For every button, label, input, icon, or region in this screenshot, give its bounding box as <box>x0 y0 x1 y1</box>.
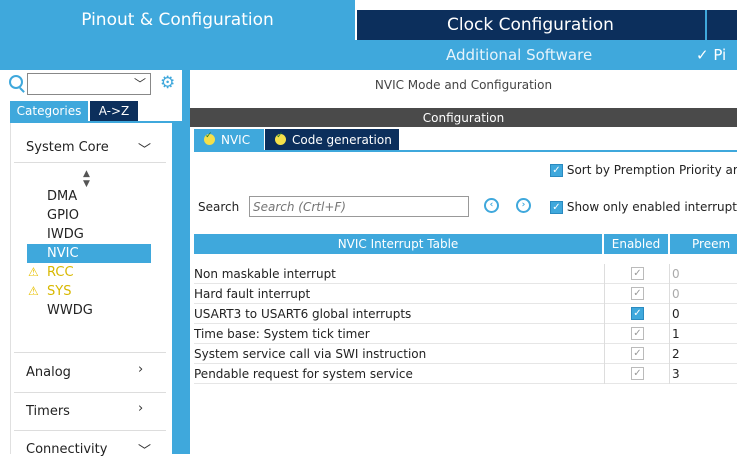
interrupt-name: Hard fault interrupt <box>194 287 311 301</box>
enabled-cell: ✓ <box>604 324 670 344</box>
preemption-priority[interactable]: 0 <box>672 287 680 301</box>
chevron-right-icon[interactable]: › <box>138 362 143 377</box>
show-enabled-label: Show only enabled interrupts <box>566 200 737 214</box>
table-row[interactable]: Hard fault interrupt ✓ 0 <box>194 284 737 304</box>
category-search-combo[interactable]: ﹀ <box>27 73 151 95</box>
preemption-priority[interactable]: 3 <box>672 367 680 381</box>
tab-nvic-label: NVIC <box>221 132 251 147</box>
enabled-cell: ✓ <box>604 344 670 364</box>
list-item-nvic[interactable]: NVIC <box>47 246 79 261</box>
enabled-cell: ✓ <box>604 364 670 384</box>
tab-pinout-configuration[interactable]: Pinout & Configuration <box>0 0 355 40</box>
divider <box>14 392 166 393</box>
tab-categories[interactable]: Categories <box>10 101 88 121</box>
enabled-checkbox: ✓ <box>631 367 644 380</box>
gear-icon[interactable]: ⚙ <box>160 73 175 93</box>
tab-a-to-z[interactable]: A->Z <box>90 101 138 121</box>
enabled-cell: ✓ <box>604 284 670 304</box>
check-icon <box>275 131 286 145</box>
category-analog[interactable]: Analog <box>26 365 71 380</box>
table-row[interactable]: Pendable request for system service ✓ 3 <box>194 364 737 384</box>
category-scrollbar[interactable] <box>172 123 182 454</box>
configuration-header: Configuration <box>190 108 737 127</box>
check-icon <box>204 131 215 145</box>
table-row[interactable]: Non maskable interrupt ✓ 0 <box>194 264 737 284</box>
selected-item-highlight <box>27 244 151 263</box>
list-item-sys[interactable]: SYS <box>47 284 71 299</box>
enabled-checkbox: ✓ <box>631 267 644 280</box>
tab-underline <box>194 150 737 152</box>
list-item-wwdg[interactable]: WWDG <box>47 303 93 318</box>
column-header-enabled[interactable]: Enabled <box>604 234 668 254</box>
top-gap <box>355 0 737 10</box>
column-header-interrupt[interactable]: NVIC Interrupt Table <box>194 234 602 254</box>
column-header-preemption[interactable]: Preem <box>670 234 737 254</box>
interrupt-name: System service call via SWI instruction <box>194 347 427 361</box>
preemption-priority[interactable]: 1 <box>672 327 680 341</box>
divider <box>14 162 166 163</box>
enabled-checkbox[interactable]: ✓ <box>631 307 644 320</box>
tab-clock-label: Clock Configuration <box>447 15 614 35</box>
chevron-down-icon[interactable]: ﹀ <box>134 75 146 92</box>
divider <box>14 430 166 431</box>
list-item-iwdg[interactable]: IWDG <box>47 227 84 242</box>
chevron-down-icon[interactable]: ﹀ <box>138 440 151 459</box>
sort-priority-label: Sort by Premption Priority ar <box>566 163 737 177</box>
sort-priority-checkbox[interactable]: ✓ <box>550 164 563 177</box>
chevron-right-icon[interactable]: › <box>138 401 143 416</box>
table-row[interactable]: Time base: System tick timer ✓ 1 <box>194 324 737 344</box>
search-input[interactable] <box>249 196 469 217</box>
category-timers[interactable]: Timers <box>26 404 70 419</box>
table-row[interactable]: System service call via SWI instruction ✓… <box>194 344 737 364</box>
enabled-checkbox: ✓ <box>631 287 644 300</box>
preemption-priority[interactable]: 2 <box>672 347 680 361</box>
table-row[interactable]: USART3 to USART6 global interrupts ✓ 0 <box>194 304 737 324</box>
interrupt-name: Time base: System tick timer <box>194 327 370 341</box>
enabled-cell: ✓ <box>604 264 670 284</box>
show-enabled-checkbox[interactable]: ✓ <box>550 201 563 214</box>
tab-nvic[interactable]: NVIC <box>194 129 264 150</box>
next-match-icon[interactable]: › <box>516 198 531 213</box>
chevron-down-icon[interactable]: ﹀ <box>138 139 151 158</box>
interrupt-name: Non maskable interrupt <box>194 267 336 281</box>
search-label: Search <box>198 200 240 214</box>
list-item-gpio[interactable]: GPIO <box>47 208 79 223</box>
preemption-priority[interactable]: 0 <box>672 307 680 321</box>
tab-code-generation[interactable]: Code generation <box>265 129 399 150</box>
previous-match-icon[interactable]: ‹ <box>484 198 499 213</box>
search-icon[interactable] <box>9 75 23 89</box>
enabled-checkbox: ✓ <box>631 347 644 360</box>
preemption-priority[interactable]: 0 <box>672 267 680 281</box>
subtab-bar: Additional Software ✓ Pi <box>0 40 737 70</box>
panel-divider[interactable] <box>182 70 190 454</box>
list-item-dma[interactable]: DMA <box>47 189 77 204</box>
tab-pinout-view[interactable]: ✓ Pi <box>696 46 726 64</box>
sort-icon[interactable]: ▲ ▼ <box>83 169 90 189</box>
warning-icon: ⚠ <box>28 284 39 298</box>
divider <box>14 352 166 353</box>
list-item-rcc[interactable]: RCC <box>47 265 74 280</box>
tab-clock-configuration[interactable]: Clock Configuration <box>357 10 737 40</box>
tab-codegen-label: Code generation <box>292 132 392 147</box>
tab-additional-software[interactable]: Additional Software <box>446 46 592 64</box>
show-enabled-option[interactable]: ✓ Show only enabled interrupts <box>550 200 737 214</box>
enabled-checkbox: ✓ <box>631 327 644 340</box>
warning-icon: ⚠ <box>28 265 39 279</box>
interrupt-name: USART3 to USART6 global interrupts <box>194 307 412 321</box>
interrupt-name: Pendable request for system service <box>194 367 413 381</box>
enabled-cell: ✓ <box>604 304 670 324</box>
tab-separator <box>705 10 707 40</box>
page-title: NVIC Mode and Configuration <box>190 70 737 100</box>
category-connectivity[interactable]: Connectivity <box>26 442 107 457</box>
sort-priority-option[interactable]: ✓ Sort by Premption Priority ar <box>550 163 737 177</box>
category-system-core[interactable]: System Core <box>26 140 109 155</box>
